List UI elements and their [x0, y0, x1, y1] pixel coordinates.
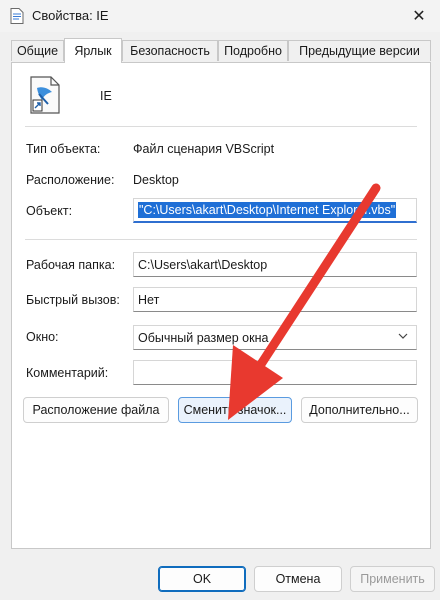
change-icon-button[interactable]: Сменить значок... — [178, 397, 292, 423]
window-mode-select[interactable]: Обычный размер окна — [133, 325, 417, 350]
target-field[interactable]: "C:\Users\akart\Desktop\Internet Explore… — [133, 198, 417, 223]
tab-security[interactable]: Безопасность — [122, 40, 218, 61]
window-mode-value: Обычный размер окна — [138, 330, 269, 345]
vbs-file-icon — [30, 76, 60, 114]
comment-field[interactable] — [133, 360, 417, 385]
apply-button[interactable]: Применить — [350, 566, 435, 592]
workdir-value: C:\Users\akart\Desktop — [138, 257, 268, 272]
divider — [25, 126, 417, 127]
advanced-button[interactable]: Дополнительно... — [301, 397, 418, 423]
chevron-down-icon — [398, 333, 408, 339]
location-label: Расположение: — [26, 173, 115, 187]
type-label: Тип объекта: — [26, 142, 101, 156]
type-value: Файл сценария VBScript — [133, 142, 275, 156]
shortcut-panel: IE Тип объекта: Файл сценария VBScript Р… — [11, 62, 431, 549]
script-file-icon — [10, 8, 24, 24]
hotkey-label: Быстрый вызов: — [26, 293, 120, 307]
hotkey-field[interactable]: Нет — [133, 287, 417, 312]
window-title: Свойства: IE — [32, 8, 109, 23]
window-mode-label: Окно: — [26, 330, 59, 344]
comment-label: Комментарий: — [26, 366, 109, 380]
tab-previous-versions[interactable]: Предыдущие версии — [288, 40, 431, 61]
workdir-field[interactable]: C:\Users\akart\Desktop — [133, 252, 417, 277]
target-label: Объект: — [26, 204, 73, 218]
tab-general[interactable]: Общие — [11, 40, 64, 61]
close-button[interactable]: ✕ — [402, 2, 436, 30]
ok-button[interactable]: OK — [158, 566, 246, 592]
cancel-button[interactable]: Отмена — [254, 566, 342, 592]
shortcut-name: IE — [100, 89, 112, 103]
tab-shortcut[interactable]: Ярлык — [64, 38, 122, 63]
close-icon: ✕ — [412, 8, 426, 25]
hotkey-value: Нет — [138, 292, 160, 307]
divider — [25, 239, 417, 240]
open-file-location-button[interactable]: Расположение файла — [23, 397, 169, 423]
title-bar: Свойства: IE ✕ — [0, 0, 440, 32]
tab-details[interactable]: Подробно — [218, 40, 288, 61]
workdir-label: Рабочая папка: — [26, 258, 116, 272]
location-value: Desktop — [133, 173, 179, 187]
target-value: "C:\Users\akart\Desktop\Internet Explore… — [138, 202, 397, 218]
